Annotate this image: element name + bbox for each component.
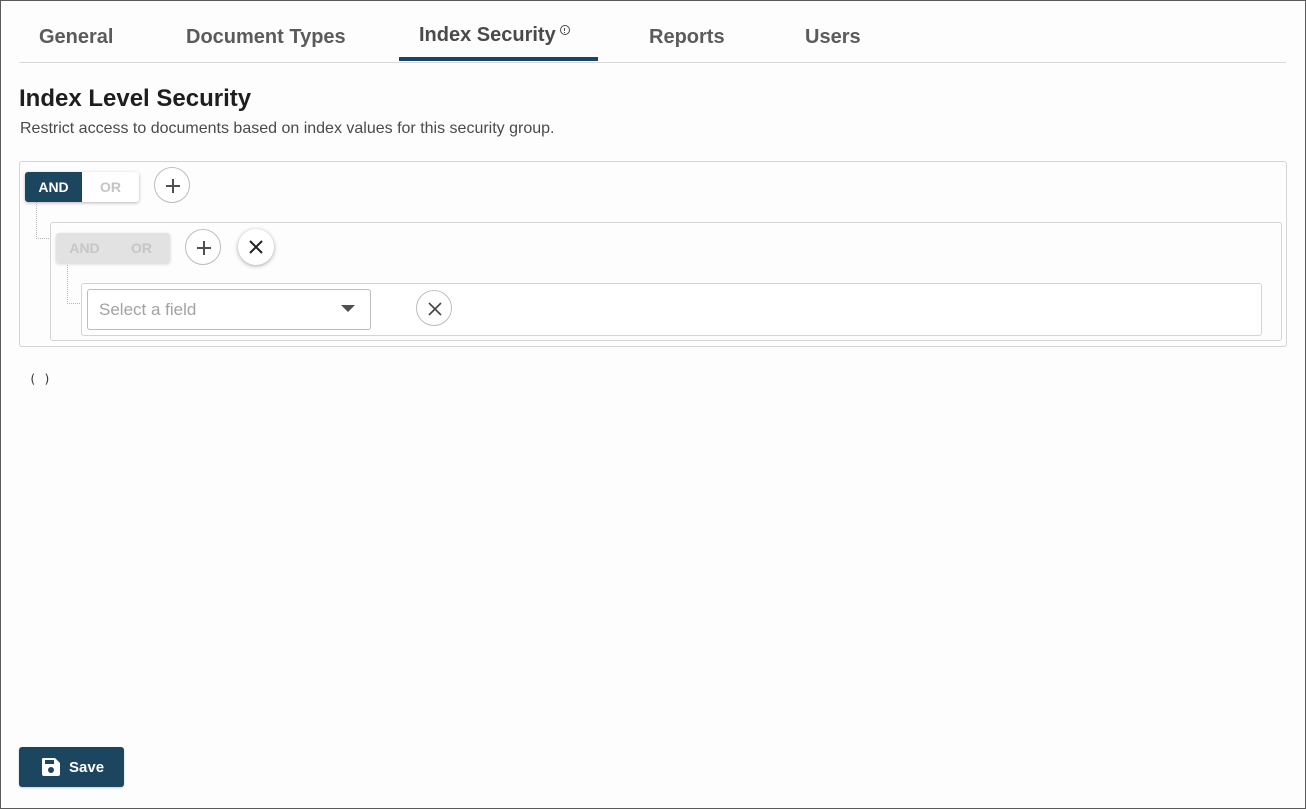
root-add-rule-button[interactable] [154, 167, 190, 203]
remove-rule-button[interactable] [416, 290, 452, 326]
sub-add-rule-button[interactable] [185, 229, 221, 265]
tab-bar: General Document Types Index Security Re… [19, 1, 1286, 63]
root-or-button[interactable]: OR [82, 172, 139, 202]
field-select-placeholder: Select a field [99, 300, 197, 319]
tab-index-security[interactable]: Index Security [419, 24, 570, 47]
info-icon [559, 25, 570, 35]
sub-or-button[interactable]: OR [113, 233, 170, 263]
page-subtitle: Restrict access to documents based on in… [20, 120, 555, 137]
rule-connector-line [67, 265, 82, 304]
tab-users[interactable]: Users [805, 26, 861, 49]
active-tab-indicator [399, 57, 598, 61]
group-connector-line [36, 202, 51, 239]
tab-general[interactable]: General [39, 26, 113, 49]
query-preview-text: ( ) [29, 372, 51, 386]
floppy-disk-icon [42, 758, 60, 776]
remove-group-button[interactable] [238, 229, 274, 265]
root-and-button[interactable]: AND [25, 172, 82, 202]
caret-down-icon [341, 305, 355, 312]
page-title: Index Level Security [19, 85, 252, 112]
sub-and-button[interactable]: AND [56, 233, 113, 263]
close-icon [428, 302, 442, 316]
sub-and-or-toggle: AND OR [56, 233, 170, 263]
save-button[interactable]: Save [19, 747, 124, 787]
root-and-or-toggle: AND OR [25, 172, 139, 202]
field-select-dropdown[interactable]: Select a field [87, 289, 371, 330]
close-icon [249, 240, 263, 254]
plus-icon [166, 179, 180, 193]
tab-index-security-label: Index Security [419, 24, 556, 46]
settings-panel: General Document Types Index Security Re… [0, 0, 1306, 809]
tab-document-types[interactable]: Document Types [186, 26, 346, 49]
tab-reports[interactable]: Reports [649, 26, 725, 49]
plus-icon [197, 241, 211, 255]
save-button-label: Save [69, 759, 105, 776]
